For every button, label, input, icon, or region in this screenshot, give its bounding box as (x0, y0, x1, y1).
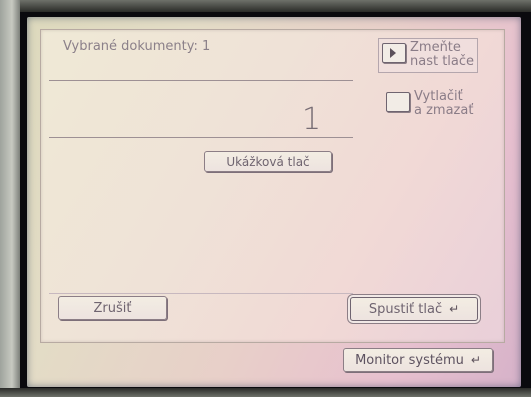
bezel-left (0, 0, 20, 397)
print-delete-label-line1: Vytlačiť (414, 89, 463, 104)
start-print-button[interactable]: Spustiť tlač ↵ (350, 297, 478, 321)
checkbox-icon (386, 92, 410, 112)
change-print-settings-button[interactable]: Zmeňte nast tlače (378, 38, 479, 73)
touch-screen: Vybrané dokumenty: 1 1 Ukážková tlač Zru… (27, 17, 521, 387)
divider-top (49, 80, 353, 81)
change-settings-label-line1: Zmeňte (410, 40, 461, 55)
change-settings-label-line2: nast tlače (410, 54, 475, 69)
system-monitor-label: Monitor systému (355, 352, 464, 368)
bezel-bottom (0, 388, 531, 397)
footer-bar: Monitor systému ↵ (27, 345, 521, 387)
sample-print-button[interactable]: Ukážková tlač (204, 151, 332, 172)
job-panel: Vybrané dokumenty: 1 1 Ukážková tlač Zru… (40, 29, 505, 343)
start-print-label: Spustiť tlač (368, 301, 443, 317)
divider-bottom (49, 293, 353, 294)
selected-documents-label: Vybrané dokumenty: 1 (63, 39, 211, 54)
copies-count: 1 (302, 102, 322, 137)
divider-middle (49, 137, 353, 138)
print-and-delete-button[interactable]: Vytlačiť a zmazať (386, 90, 473, 118)
return-corner-icon: ↵ (449, 302, 460, 316)
photo-frame: Vybrané dokumenty: 1 1 Ukážková tlač Zru… (0, 0, 531, 397)
system-monitor-button[interactable]: Monitor systému ↵ (343, 348, 493, 372)
play-arrow-icon (382, 43, 406, 63)
return-corner-icon: ↵ (470, 353, 481, 367)
bezel-top (0, 0, 531, 12)
print-delete-label-line2: a zmazať (414, 103, 474, 118)
cancel-button[interactable]: Zrušiť (58, 296, 167, 320)
